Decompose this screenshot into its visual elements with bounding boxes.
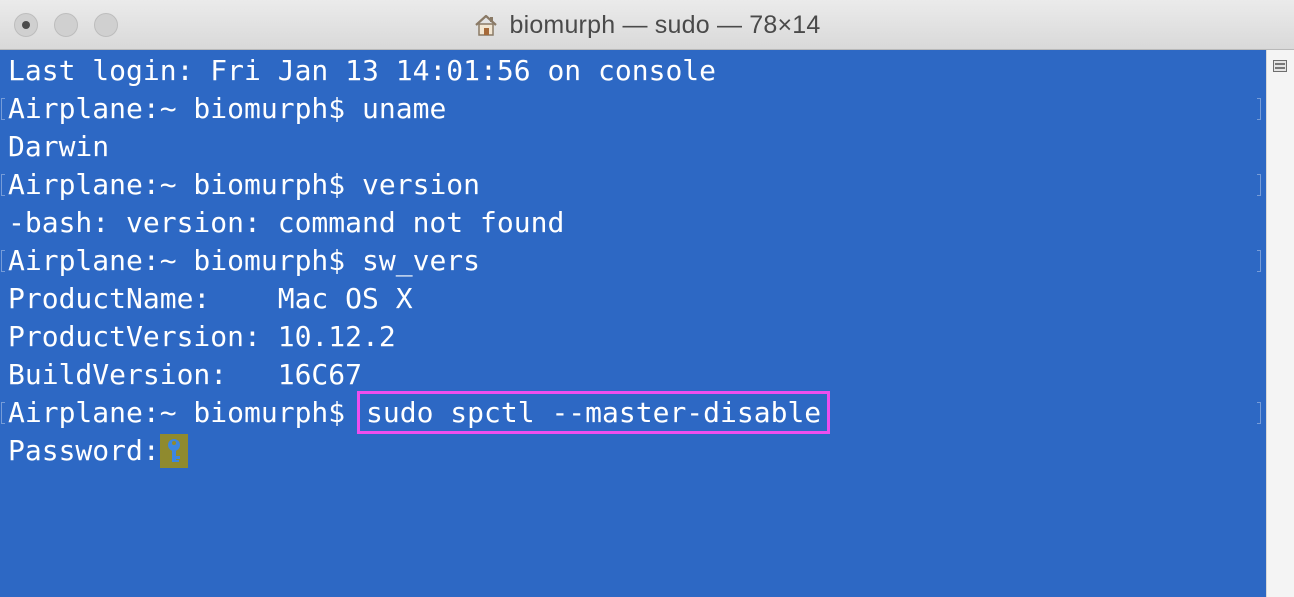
terminal-line: -bash: version: command not found [8,204,564,242]
terminal-line: ProductVersion: 10.12.2 [8,318,396,356]
prompt-text: Airplane:~ biomurph$ [8,244,363,277]
command-text: version [362,168,481,201]
line-mark-left [1,402,5,424]
line-mark-right [1257,402,1261,424]
terminal-line: Airplane:~ biomurph$ uname [8,90,446,128]
terminal-line: Darwin [8,128,109,166]
line-mark-left [1,250,5,272]
terminal-content[interactable]: Last login: Fri Jan 13 14:01:56 on conso… [0,50,1266,597]
split-pane-icon[interactable] [1273,59,1287,72]
line-mark-right [1257,98,1261,120]
terminal-line: Last login: Fri Jan 13 14:01:56 on conso… [8,52,716,90]
output-text: BuildVersion: 16C67 [8,358,363,391]
terminal-line: Airplane:~ biomurph$ sudo spctl --master… [8,391,831,434]
prompt-text: Airplane:~ biomurph$ [8,396,363,429]
terminal-line: Password: [8,432,188,470]
terminal-window: biomurph — sudo — 78×14 Last login: Fri … [0,0,1294,597]
password-prompt: Password: [8,434,160,467]
output-text: -bash: version: command not found [8,206,565,239]
output-text: ProductVersion: 10.12.2 [8,320,396,353]
line-mark-right [1257,174,1261,196]
terminal-line: Airplane:~ biomurph$ version [8,166,480,204]
terminal-line: Airplane:~ biomurph$ sw_vers [8,242,480,280]
title-bar[interactable]: biomurph — sudo — 78×14 [0,0,1294,50]
key-icon [159,432,188,470]
home-icon [473,12,499,38]
highlighted-command: sudo spctl --master-disable [357,391,831,434]
output-text: ProductName: Mac OS X [8,282,413,315]
command-text: sw_vers [362,244,481,277]
window-title: biomurph — sudo — 78×14 [509,10,821,39]
window-title-area: biomurph — sudo — 78×14 [0,0,1294,50]
output-text: Last login: Fri Jan 13 14:01:56 on conso… [8,54,717,87]
command-text: uname [362,92,447,125]
prompt-text: Airplane:~ biomurph$ [8,92,363,125]
scrollbar[interactable] [1266,50,1294,597]
terminal-line: BuildVersion: 16C67 [8,356,362,394]
prompt-text: Airplane:~ biomurph$ [8,168,363,201]
line-mark-right [1257,250,1261,272]
line-mark-left [1,98,5,120]
output-text: Darwin [8,130,110,163]
line-mark-left [1,174,5,196]
terminal-line: ProductName: Mac OS X [8,280,413,318]
